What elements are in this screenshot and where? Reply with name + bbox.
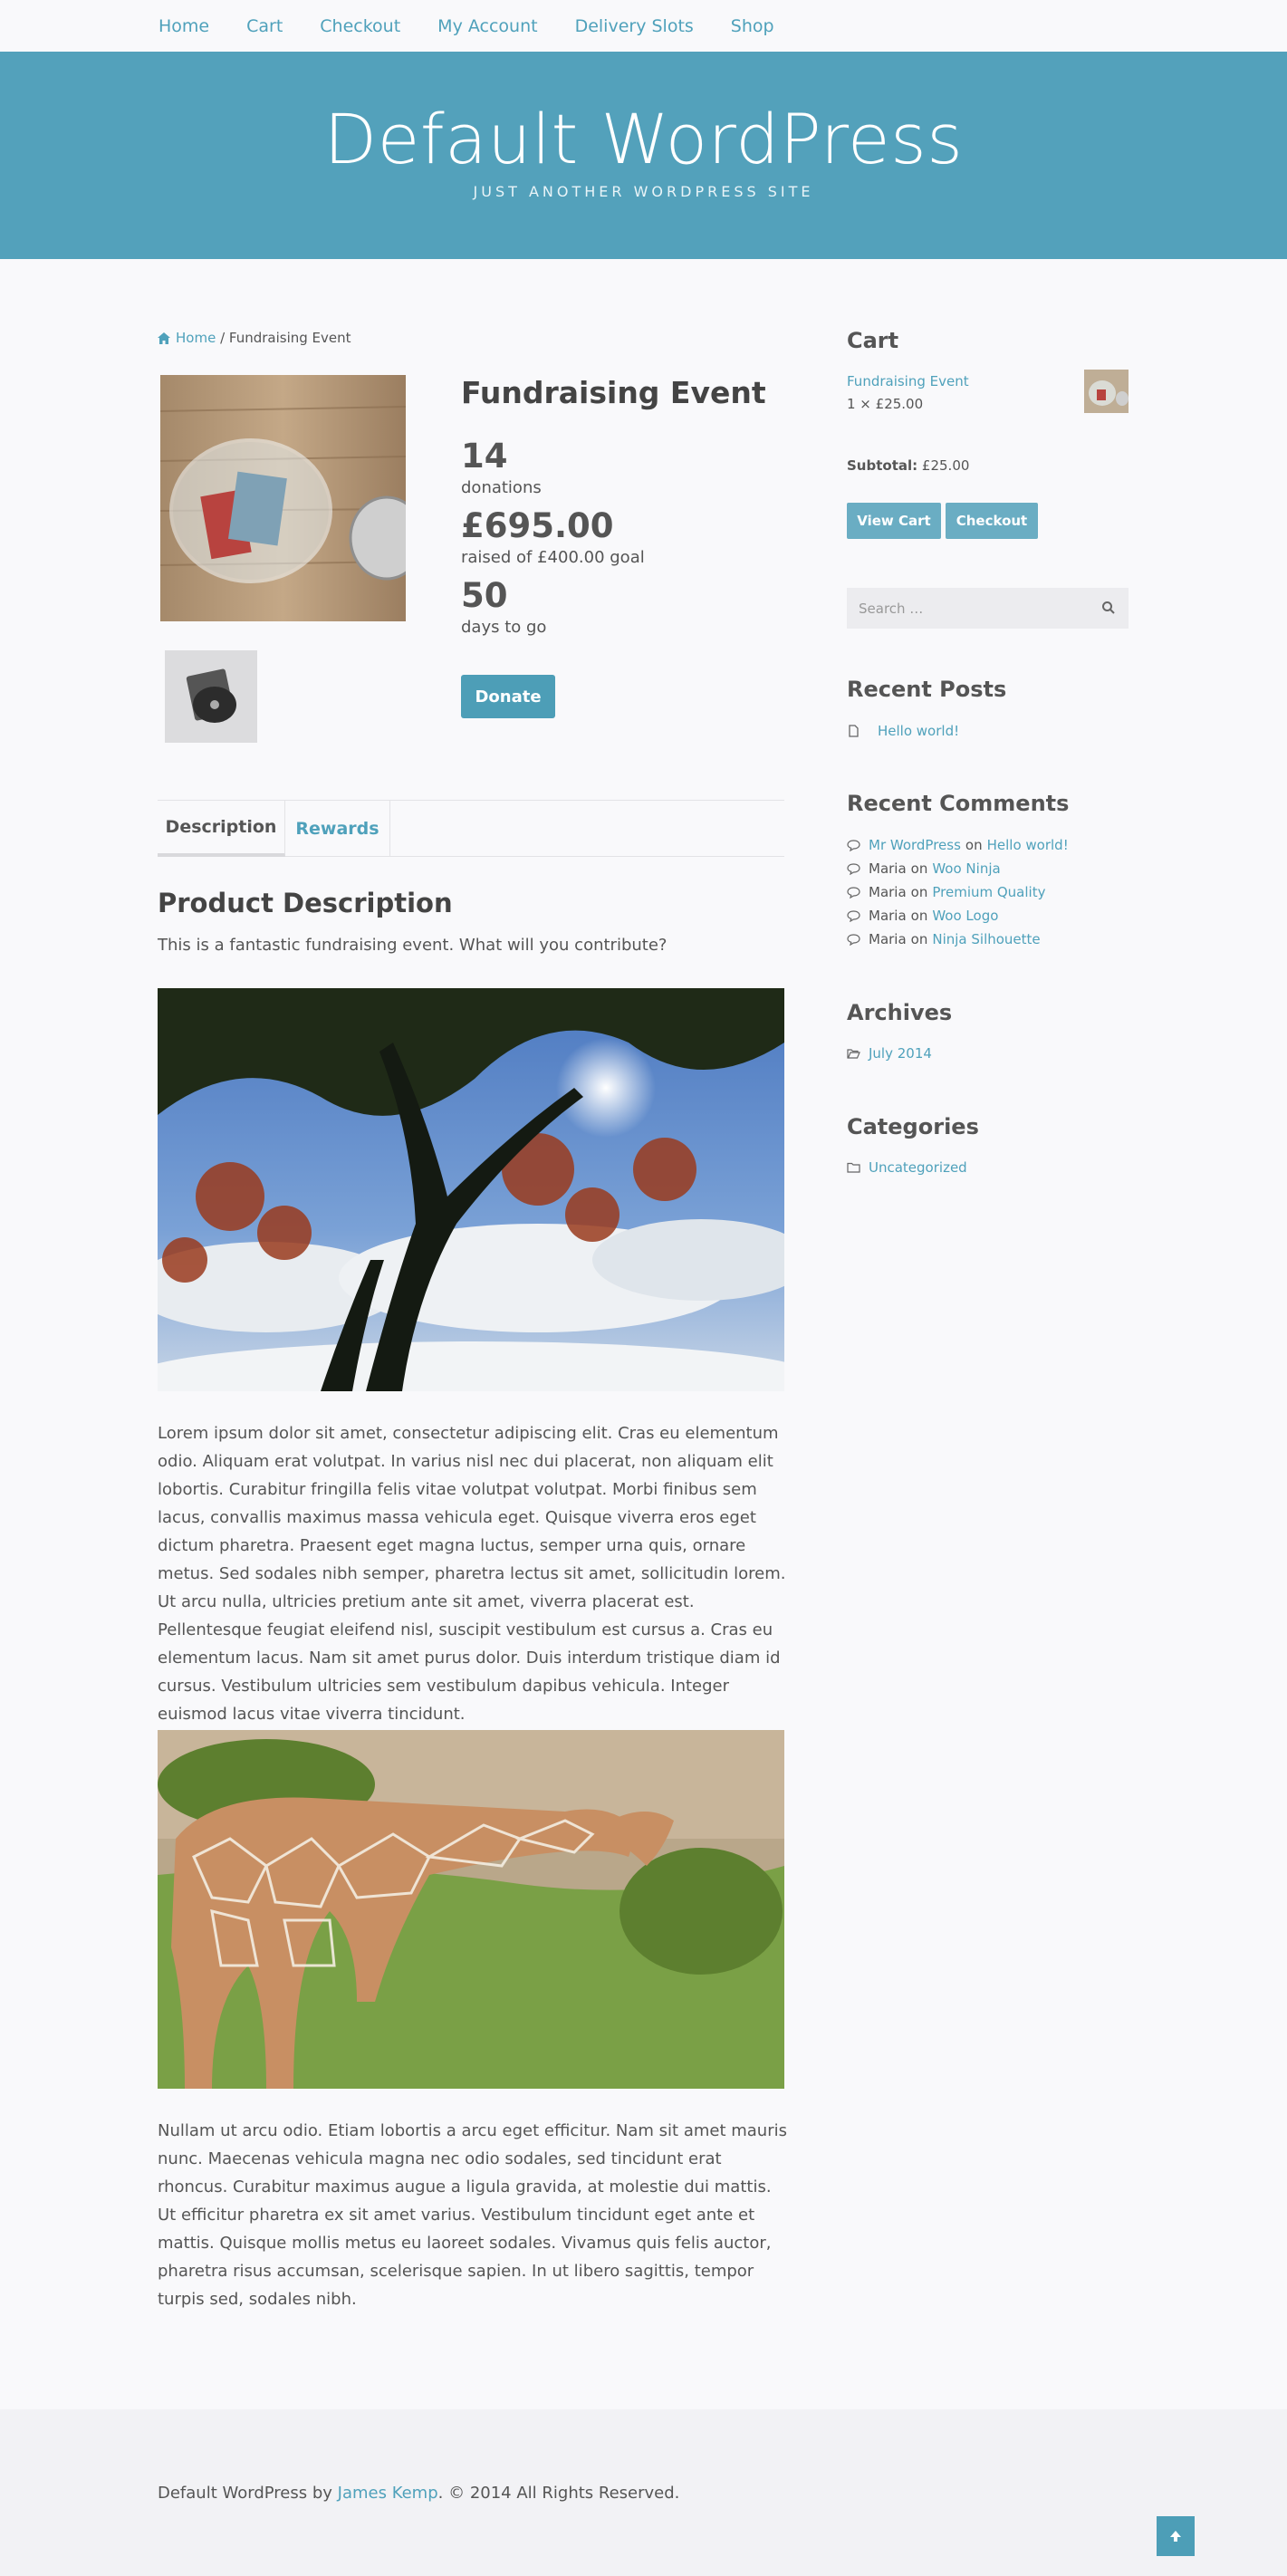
- comment-on-word: on: [965, 837, 983, 853]
- comment-author: Maria: [869, 931, 907, 947]
- tree-photo: [158, 988, 784, 1391]
- footer-credit: Default WordPress by James Kemp. © 2014 …: [158, 2484, 679, 2503]
- days-label: days to go: [461, 618, 547, 637]
- recent-comment-item: Mr WordPress on Hello world!: [847, 837, 1069, 853]
- comment-on-word: on: [910, 884, 928, 900]
- comment-author: Maria: [869, 884, 907, 900]
- breadcrumb-separator: /: [216, 330, 229, 346]
- description-paragraph-1: Lorem ipsum dolor sit amet, consectetur …: [158, 1424, 786, 1724]
- comment-post-link[interactable]: Woo Ninja: [932, 860, 1000, 877]
- document-icon: [849, 725, 859, 737]
- search-icon[interactable]: [1101, 601, 1116, 615]
- recent-post-item: Hello world!: [847, 723, 959, 739]
- comment-on-word: on: [910, 860, 928, 877]
- search-field[interactable]: Search …: [847, 588, 1129, 629]
- comment-post-link[interactable]: Woo Logo: [932, 908, 998, 924]
- cart-item-link[interactable]: Fundraising Event: [847, 373, 969, 389]
- product-thumbnail[interactable]: [165, 650, 257, 743]
- description-intro: This is a fantastic fundraising event. W…: [158, 936, 668, 955]
- home-icon: [158, 332, 170, 344]
- cart-subtotal-label: Subtotal:: [847, 457, 918, 474]
- comment-author: Maria: [869, 908, 907, 924]
- folder-icon: [847, 1162, 860, 1173]
- product-tabs: Description Rewards: [158, 800, 784, 857]
- nav-my-account[interactable]: My Account: [437, 16, 537, 36]
- archive-link[interactable]: July 2014: [869, 1045, 932, 1062]
- cart-item-thumbnail[interactable]: [1084, 370, 1129, 413]
- tab-rewards[interactable]: Rewards: [285, 801, 390, 857]
- nav-shop[interactable]: Shop: [731, 16, 774, 36]
- comment-on-word: on: [910, 931, 928, 947]
- recent-comment-item: Maria on Ninja Silhouette: [847, 931, 1041, 947]
- comment-icon: [847, 863, 860, 875]
- cart-subtotal: Subtotal: £25.00: [847, 457, 969, 474]
- category-link[interactable]: Uncategorized: [869, 1159, 967, 1176]
- tab-description[interactable]: Description: [158, 801, 285, 857]
- donations-count: 14: [461, 437, 508, 476]
- product-main-image[interactable]: [160, 375, 406, 621]
- recent-comment-item: Maria on Woo Ninja: [847, 860, 1001, 877]
- cart-item-quantity: 1 × £25.00: [847, 396, 924, 412]
- comment-icon: [847, 887, 860, 899]
- comment-author-link[interactable]: Mr WordPress: [869, 837, 961, 853]
- breadcrumb-current: Fundraising Event: [228, 330, 351, 346]
- donate-button[interactable]: Donate: [461, 675, 555, 718]
- recent-comment-item: Maria on Premium Quality: [847, 884, 1045, 900]
- archive-item: July 2014: [847, 1045, 932, 1062]
- top-nav: Home Cart Checkout My Account Delivery S…: [0, 0, 1287, 52]
- view-cart-button[interactable]: View Cart: [847, 503, 941, 539]
- site-tagline: JUST ANOTHER WORDPRESS SITE: [473, 183, 814, 200]
- product-title: Fundraising Event: [461, 375, 766, 410]
- description-heading: Product Description: [158, 888, 453, 918]
- arrow-up-icon: [1170, 2531, 1181, 2542]
- category-item: Uncategorized: [847, 1159, 967, 1176]
- comment-icon: [847, 934, 860, 946]
- description-paragraph-2: Nullam ut arcu odio. Etiam lobortis a ar…: [158, 2121, 787, 2309]
- nav-cart[interactable]: Cart: [246, 16, 283, 36]
- footer-prefix: Default WordPress by: [158, 2484, 338, 2503]
- cart-widget-heading: Cart: [847, 328, 899, 353]
- site-header: Default WordPress JUST ANOTHER WORDPRESS…: [0, 52, 1287, 259]
- nav-checkout[interactable]: Checkout: [320, 16, 400, 36]
- comment-icon: [847, 910, 860, 922]
- footer-suffix: . © 2014 All Rights Reserved.: [437, 2484, 680, 2503]
- comment-on-word: on: [910, 908, 928, 924]
- comment-post-link[interactable]: Hello world!: [987, 837, 1069, 853]
- nav-home[interactable]: Home: [158, 16, 209, 36]
- nav-delivery-slots[interactable]: Delivery Slots: [575, 16, 694, 36]
- search-placeholder: Search …: [859, 600, 924, 617]
- back-to-top-button[interactable]: [1157, 2516, 1195, 2556]
- cart-subtotal-value: £25.00: [921, 457, 970, 474]
- footer-author-link[interactable]: James Kemp: [338, 2484, 438, 2503]
- donations-label: donations: [461, 478, 542, 497]
- breadcrumb: Home / Fundraising Event: [158, 330, 351, 346]
- comment-post-link[interactable]: Ninja Silhouette: [932, 931, 1040, 947]
- site-title[interactable]: Default WordPress: [0, 99, 1287, 179]
- comment-post-link[interactable]: Premium Quality: [932, 884, 1045, 900]
- categories-heading: Categories: [847, 1114, 979, 1139]
- raised-amount: £695.00: [461, 506, 614, 545]
- recent-post-link[interactable]: Hello world!: [878, 723, 959, 739]
- breadcrumb-home-link[interactable]: Home: [176, 330, 216, 346]
- folder-open-icon: [847, 1049, 860, 1059]
- days-count: 50: [461, 576, 508, 615]
- raised-label: raised of £400.00 goal: [461, 548, 645, 567]
- checkout-button[interactable]: Checkout: [946, 503, 1038, 539]
- archives-heading: Archives: [847, 1000, 953, 1025]
- comment-author: Maria: [869, 860, 907, 877]
- comment-icon: [847, 840, 860, 851]
- recent-comment-item: Maria on Woo Logo: [847, 908, 998, 924]
- recent-posts-heading: Recent Posts: [847, 677, 1007, 702]
- recent-comments-heading: Recent Comments: [847, 791, 1070, 816]
- giraffe-photo: [158, 1730, 784, 2089]
